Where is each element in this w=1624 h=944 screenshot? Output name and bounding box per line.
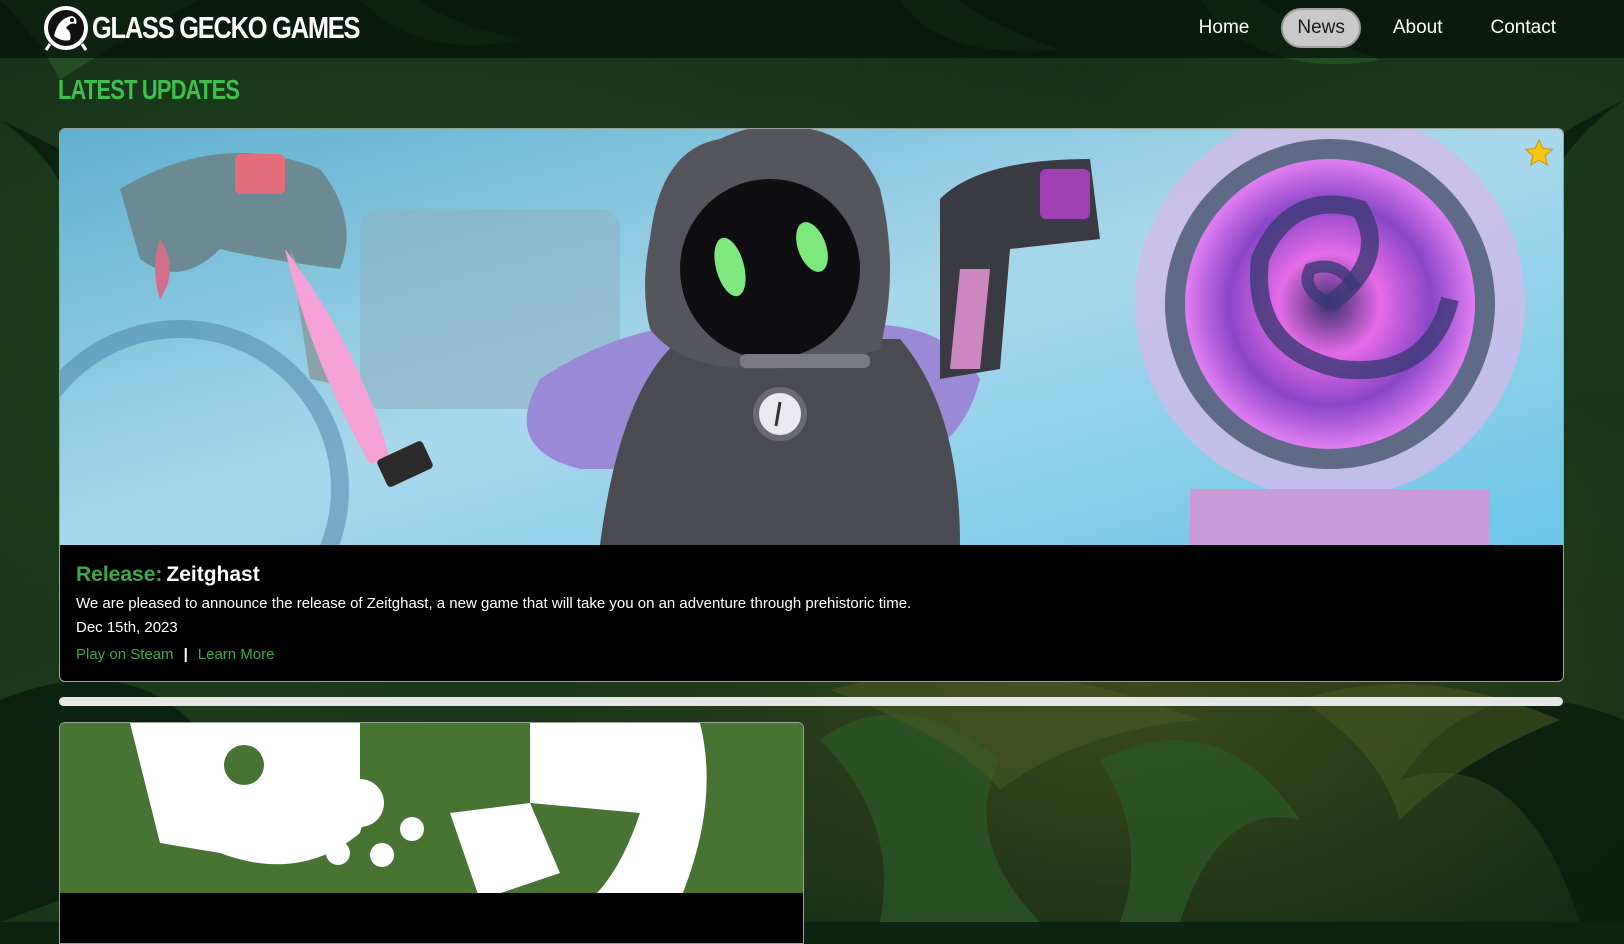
gecko-foot-icon	[60, 723, 803, 900]
gecko-logo-icon	[44, 6, 88, 51]
post-description: We are pleased to announce the release o…	[76, 595, 912, 612]
main-nav: Home News About Contact	[1167, 8, 1572, 48]
nav-about[interactable]: About	[1377, 8, 1459, 48]
post-links: Play on Steam | Learn More	[76, 646, 1547, 663]
star-icon[interactable]	[1523, 137, 1555, 169]
top-navigation-bar: GLASS GECKO GAMES Home News About Contac…	[0, 0, 1624, 58]
section-title: LATEST UPDATES	[58, 74, 240, 105]
news-card	[59, 722, 804, 944]
link-separator: |	[183, 646, 188, 663]
post-image-2[interactable]	[60, 723, 803, 900]
post-date: Dec 15th, 2023	[76, 619, 178, 636]
brand-logo[interactable]: GLASS GECKO GAMES	[42, 4, 418, 52]
learn-more-link[interactable]: Learn More	[198, 646, 275, 663]
post-kind: Release:	[76, 563, 163, 586]
zeitghast-artwork	[60, 129, 1563, 545]
post-image[interactable]	[60, 129, 1563, 545]
section-divider	[59, 697, 1563, 706]
brand-name: GLASS GECKO GAMES	[92, 10, 360, 45]
nav-contact[interactable]: Contact	[1475, 8, 1572, 48]
post-title: Release: Zeitghast	[76, 563, 1547, 587]
nav-home[interactable]: Home	[1183, 8, 1266, 48]
news-card-featured: Release: Zeitghast We are pleased to anno…	[59, 128, 1564, 682]
play-on-steam-link[interactable]: Play on Steam	[76, 646, 174, 663]
post-body: Release: Zeitghast We are pleased to anno…	[60, 545, 1563, 677]
post-name: Zeitghast	[166, 563, 260, 586]
nav-news[interactable]: News	[1281, 8, 1361, 48]
